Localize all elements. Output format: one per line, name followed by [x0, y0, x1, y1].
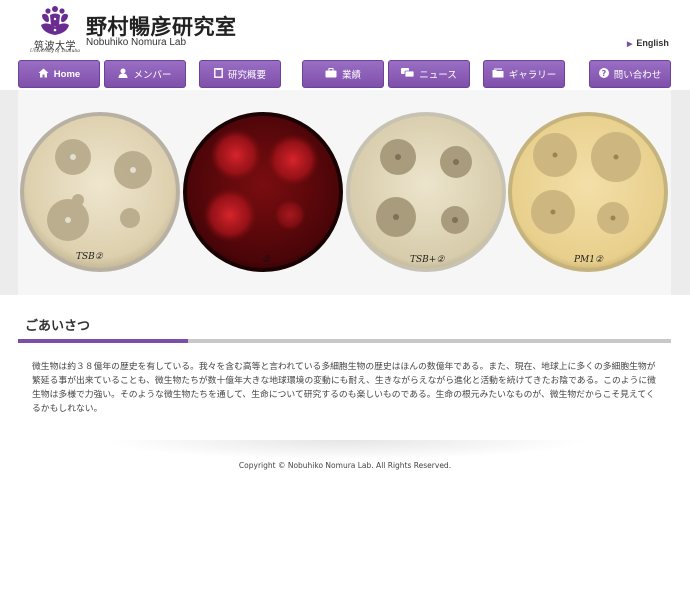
nav-home-button[interactable]: Home: [18, 60, 100, 88]
petri-dish-4: [508, 112, 668, 272]
section-divider-accent: [18, 339, 188, 343]
section-divider: [18, 339, 671, 343]
nav-research-button[interactable]: 研究概要: [199, 60, 281, 88]
paulownia-crest-icon: [41, 6, 69, 35]
logo-text-en: University of Tsukuba: [30, 49, 80, 54]
nav-home-label: Home: [53, 68, 81, 80]
plate-label-4: PM1②: [573, 255, 604, 265]
briefcase-icon: [325, 67, 337, 81]
nav-members-label: メンバー: [133, 70, 172, 81]
site-header: 筑波大学 University of Tsukuba 野村暢彦研究室 Nobuh…: [0, 0, 690, 60]
main-nav: Home メンバー 研究概要 業績 ニュース ギャラリー ? 問い合わせ: [18, 60, 671, 88]
plate-label-2: ②: [262, 255, 271, 265]
nav-gallery-button[interactable]: ギャラリー: [483, 60, 565, 88]
petri-dish-2: [183, 112, 343, 272]
plate-label-3: TSB+②: [410, 255, 445, 265]
english-link[interactable]: ▶ English: [627, 38, 669, 48]
university-logo[interactable]: 筑波大学 University of Tsukuba: [30, 5, 80, 55]
nav-research-label: 研究概要: [227, 70, 266, 81]
nav-members-button[interactable]: メンバー: [104, 60, 186, 88]
document-icon: [214, 67, 223, 81]
english-link-label: English: [636, 38, 669, 48]
petri-dishes-image: TSB② ② TSB+② PM1②: [18, 90, 671, 295]
site-subtitle: Nobuhiko Nomura Lab: [86, 37, 187, 48]
greeting-body: 微生物は約３８億年の歴史を有している。我々を含む高等と言われている多細胞生物の歴…: [32, 362, 656, 414]
nav-news-button[interactable]: ニュース: [388, 60, 470, 88]
nav-achievements-label: 業績: [341, 70, 361, 81]
plate-label-1: TSB②: [76, 252, 104, 262]
user-icon: [118, 68, 128, 81]
hero-banner: TSB② ② TSB+② PM1②: [0, 90, 690, 295]
petri-dish-3: [346, 112, 506, 272]
footer-shadow: [100, 440, 590, 460]
greeting-heading: ごあいさつ: [25, 319, 91, 334]
triangle-right-icon: ▶: [627, 41, 633, 48]
folder-icon: [492, 68, 504, 81]
home-icon: [38, 68, 49, 81]
nav-news-label: ニュース: [419, 70, 457, 81]
question-icon: ?: [598, 67, 609, 81]
nav-contact-label: 問い合わせ: [613, 70, 662, 81]
chat-icon: [401, 67, 415, 81]
petri-dish-1: [20, 112, 180, 272]
svg-text:?: ?: [601, 69, 606, 78]
nav-contact-button[interactable]: ? 問い合わせ: [589, 60, 671, 88]
copyright-text: Copyright © Nobuhiko Nomura Lab. All Rig…: [238, 461, 452, 470]
nav-gallery-label: ギャラリー: [508, 70, 557, 81]
nav-achievements-button[interactable]: 業績: [302, 60, 384, 88]
